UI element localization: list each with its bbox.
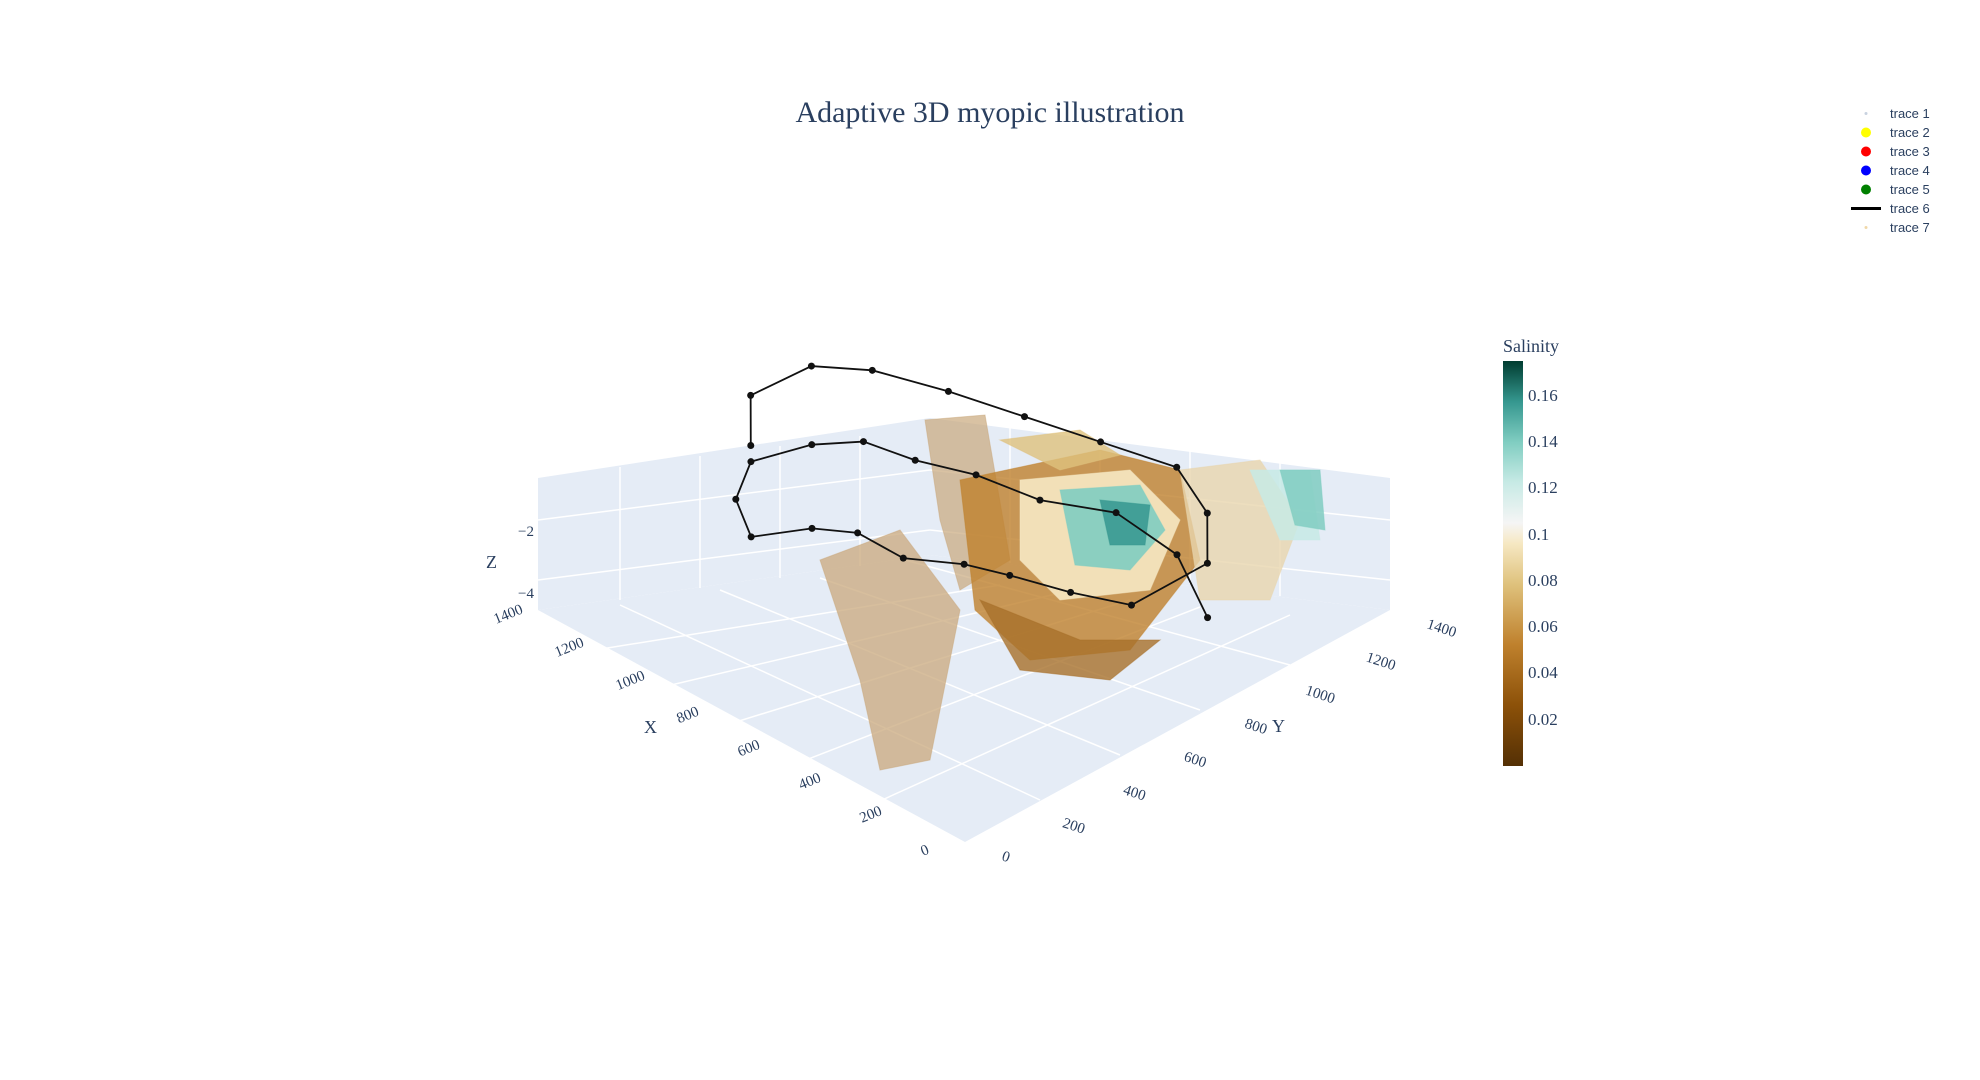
colorbar-tick-label: 0.08 bbox=[1528, 570, 1558, 590]
trace-6-marker bbox=[1097, 438, 1105, 446]
x-tick-label: 0 bbox=[919, 842, 932, 860]
x-axis-title: X bbox=[644, 717, 657, 737]
y-tick-label: 1400 bbox=[1425, 617, 1458, 641]
trace-6-marker bbox=[747, 391, 755, 399]
trace-6-marker bbox=[899, 554, 907, 562]
trace-6-marker bbox=[911, 456, 919, 464]
legend-label: trace 5 bbox=[1890, 182, 1930, 197]
legend-swatch bbox=[1861, 146, 1871, 157]
y-tick-label: 600 bbox=[1182, 749, 1208, 771]
y-tick-label: 800 bbox=[1243, 716, 1269, 738]
legend-marker-symbol bbox=[1864, 226, 1868, 229]
legend-item[interactable]: trace 6 bbox=[1846, 199, 1966, 218]
x-tick-label: 1200 bbox=[553, 635, 587, 661]
legend-item[interactable]: trace 4 bbox=[1846, 161, 1966, 180]
y-tick-label: 1000 bbox=[1303, 683, 1336, 707]
legend-item[interactable]: trace 3 bbox=[1846, 142, 1966, 161]
colorbar: Salinity 0.02 0.04 0.06 0.08 0.1 0.12 0.14 0.16 bbox=[1490, 330, 1610, 770]
legend-label: trace 7 bbox=[1890, 220, 1930, 235]
colorbar-tick-label: 0.06 bbox=[1528, 617, 1558, 637]
x-tick-label: 400 bbox=[797, 770, 824, 793]
legend-swatch bbox=[1851, 207, 1881, 210]
colorbar-tick-label: 0.02 bbox=[1528, 709, 1558, 729]
colorbar-tick-label: 0.1 bbox=[1528, 524, 1550, 544]
x-tick-label: 1400 bbox=[492, 602, 526, 628]
trace-6-marker bbox=[1173, 551, 1181, 559]
trace-6-marker bbox=[1006, 571, 1014, 579]
trace-6-marker bbox=[868, 366, 876, 374]
legend-swatch bbox=[1864, 112, 1868, 115]
colorbar-tick-label: 0.04 bbox=[1528, 663, 1558, 683]
x-tick-label: 1000 bbox=[614, 668, 648, 694]
trace-6-marker bbox=[747, 458, 755, 466]
trace-6-marker bbox=[1204, 614, 1212, 622]
x-tick-label: 600 bbox=[736, 737, 763, 760]
x-tick-label: 800 bbox=[675, 704, 702, 727]
legend-item[interactable]: trace 1 bbox=[1846, 104, 1966, 123]
legend-item[interactable]: trace 2 bbox=[1846, 123, 1966, 142]
legend-marker-symbol bbox=[1861, 146, 1871, 157]
y-axis-title: Y bbox=[1272, 716, 1285, 736]
trace-6-marker bbox=[960, 560, 968, 568]
x-tick-label: 200 bbox=[858, 803, 885, 826]
z-tick-label: −4 bbox=[518, 586, 534, 602]
legend-label: trace 2 bbox=[1890, 125, 1930, 140]
trace-6-marker bbox=[859, 438, 867, 446]
legend-swatch bbox=[1864, 226, 1868, 229]
colorbar-tick-label: 0.14 bbox=[1528, 432, 1558, 451]
trace-6-marker bbox=[1173, 463, 1181, 471]
trace-6-marker bbox=[808, 441, 816, 449]
legend-marker-symbol bbox=[1861, 184, 1871, 195]
colorbar-tick-label: 0.16 bbox=[1528, 385, 1558, 405]
legend-label: trace 3 bbox=[1890, 144, 1930, 159]
legend-swatch bbox=[1861, 165, 1871, 176]
trace-6-marker bbox=[854, 529, 862, 537]
trace-6-marker bbox=[1203, 509, 1211, 517]
trace-6-marker bbox=[1203, 559, 1211, 567]
trace-6-marker bbox=[747, 442, 755, 450]
legend-marker-symbol bbox=[1861, 165, 1871, 176]
y-tick-label: 400 bbox=[1121, 782, 1147, 804]
y-tick-label: 200 bbox=[1060, 815, 1086, 837]
y-tick-label: 1200 bbox=[1364, 650, 1397, 674]
trace-6-marker bbox=[1112, 509, 1120, 517]
legend: trace 1 trace 2 trace 3 trace 4 trace 5 trace… bbox=[1846, 104, 1966, 237]
y-tick-label: 0 bbox=[1000, 849, 1012, 867]
trace-6-marker bbox=[1067, 588, 1075, 596]
legend-item[interactable]: trace 7 bbox=[1846, 218, 1966, 237]
trace-6-marker bbox=[1127, 601, 1135, 609]
legend-item[interactable]: trace 5 bbox=[1846, 180, 1966, 199]
z-axis-title: Z bbox=[486, 552, 497, 572]
trace-6-marker bbox=[1021, 413, 1028, 421]
trace-6-marker bbox=[747, 533, 755, 541]
trace-6-marker bbox=[944, 387, 952, 395]
colorbar-title: Salinity bbox=[1503, 336, 1560, 356]
trace-6-marker bbox=[1036, 496, 1044, 504]
trace-6-marker bbox=[807, 362, 815, 370]
trace-6-marker bbox=[972, 471, 980, 479]
trace-6-marker bbox=[808, 524, 816, 532]
legend-label: trace 1 bbox=[1890, 106, 1930, 121]
legend-swatch bbox=[1861, 184, 1871, 195]
legend-marker-symbol bbox=[1861, 127, 1871, 138]
legend-label: trace 6 bbox=[1890, 201, 1930, 216]
legend-label: trace 4 bbox=[1890, 163, 1930, 178]
colorbar-tick-label: 0.12 bbox=[1528, 478, 1558, 498]
legend-swatch bbox=[1861, 127, 1871, 138]
z-tick-label: −2 bbox=[518, 524, 534, 540]
trace-6-marker bbox=[732, 495, 740, 503]
colorbar-gradient bbox=[1503, 361, 1523, 766]
plot-scene[interactable]: 0 200 400 600 800 1000 1200 1400 0 200 400 600 800 10… bbox=[0, 0, 1980, 1080]
legend-marker-symbol bbox=[1864, 112, 1868, 115]
